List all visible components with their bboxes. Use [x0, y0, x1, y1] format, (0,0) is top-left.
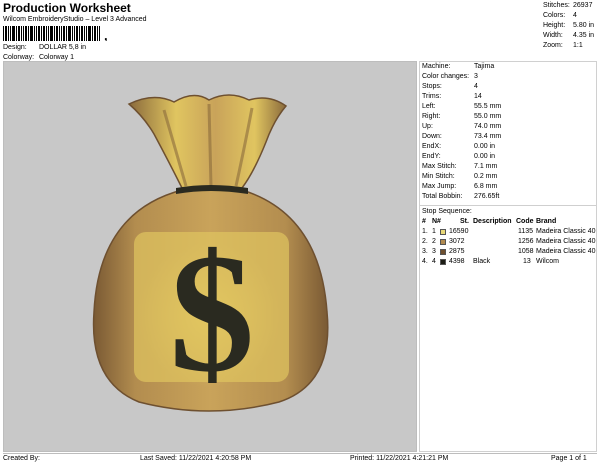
design-label: Design:: [3, 44, 27, 51]
footer-divider: [3, 453, 597, 454]
design-value: DOLLAR 5,8 in: [38, 44, 87, 51]
color-swatch: [440, 239, 446, 245]
info-machine: Machine: Tajima: [422, 63, 495, 70]
info-divider: [420, 205, 596, 206]
stop-sequence-header: # N# St. Description Code Brand: [422, 218, 557, 225]
color-swatch: [440, 229, 446, 235]
table-row: 3. 3 2875 1058 Madeira Classic 40: [422, 248, 596, 255]
money-bag-design: $: [92, 94, 329, 412]
info-up: Up: 74.0 mm: [422, 123, 502, 130]
info-max-jump: Max Jump: 6.8 mm: [422, 183, 498, 190]
stat-zoom: Zoom: 1:1: [543, 42, 583, 49]
design-preview: $: [3, 61, 417, 452]
color-swatch: [440, 249, 446, 255]
info-left: Left: 55.5 mm: [422, 103, 502, 110]
info-down: Down: 73.4 mm: [422, 133, 502, 140]
stat-colors: Colors: 4: [543, 12, 577, 19]
colorway-label: Colorway:: [3, 54, 35, 61]
color-swatch: [440, 259, 446, 265]
colorway-value: Colorway 1: [38, 54, 74, 61]
table-row: 2. 2 3072 1256 Madeira Classic 40: [422, 238, 596, 245]
page-title: Production Worksheet: [3, 1, 131, 15]
info-max-stitch: Max Stitch: 7.1 mm: [422, 163, 498, 170]
dollar-sign: $: [170, 219, 255, 407]
stop-sequence-title: Stop Sequence:: [422, 208, 472, 215]
info-right: Right: 55.0 mm: [422, 113, 502, 120]
stat-stitches: Stitches: 26937: [543, 2, 593, 9]
footer-printed: Printed: 11/22/2021 4:21:21 PM: [350, 455, 449, 462]
info-total-bobbin: Total Bobbin: 276.65ft: [422, 193, 500, 200]
info-min-stitch: Min Stitch: 0.2 mm: [422, 173, 498, 180]
table-row: 4. 4 4398 Black 13 Wilcom: [422, 258, 559, 265]
info-color-changes: Color changes: 3: [422, 73, 478, 80]
info-trims: Trims: 14: [422, 93, 482, 100]
barcode-symbol: ,: [104, 28, 108, 41]
stat-width: Width: 4.35 in: [543, 32, 595, 39]
footer-created-by: Created By:: [3, 455, 40, 462]
info-endy: EndY: 0.00 in: [422, 153, 496, 160]
table-row: 1. 1 16590 1135 Madeira Classic 40: [422, 228, 596, 235]
bag-top-shape: [127, 94, 288, 189]
footer-page: Page 1 of 1: [551, 455, 587, 462]
info-endx: EndX: 0.00 in: [422, 143, 496, 150]
design-stats: Stitches: 26937 Colors: 4 Height: 5.80 in W…: [543, 1, 594, 51]
info-stops: Stops: 4: [422, 83, 478, 90]
barcode: ,: [3, 26, 108, 41]
info-panel: Machine: Tajima Color changes: 3 Stops: 4 T…: [419, 61, 597, 452]
stat-height: Height: 5.80 in: [543, 22, 595, 29]
page-subtitle: Wilcom EmbroideryStudio – Level 3 Advanc…: [3, 16, 147, 23]
design-row: Design: DOLLAR 5,8 in: [3, 44, 86, 51]
colorway-row: Colorway: Colorway 1: [3, 54, 74, 61]
footer-last-saved: Last Saved: 11/22/2021 4:20:58 PM: [140, 455, 252, 462]
